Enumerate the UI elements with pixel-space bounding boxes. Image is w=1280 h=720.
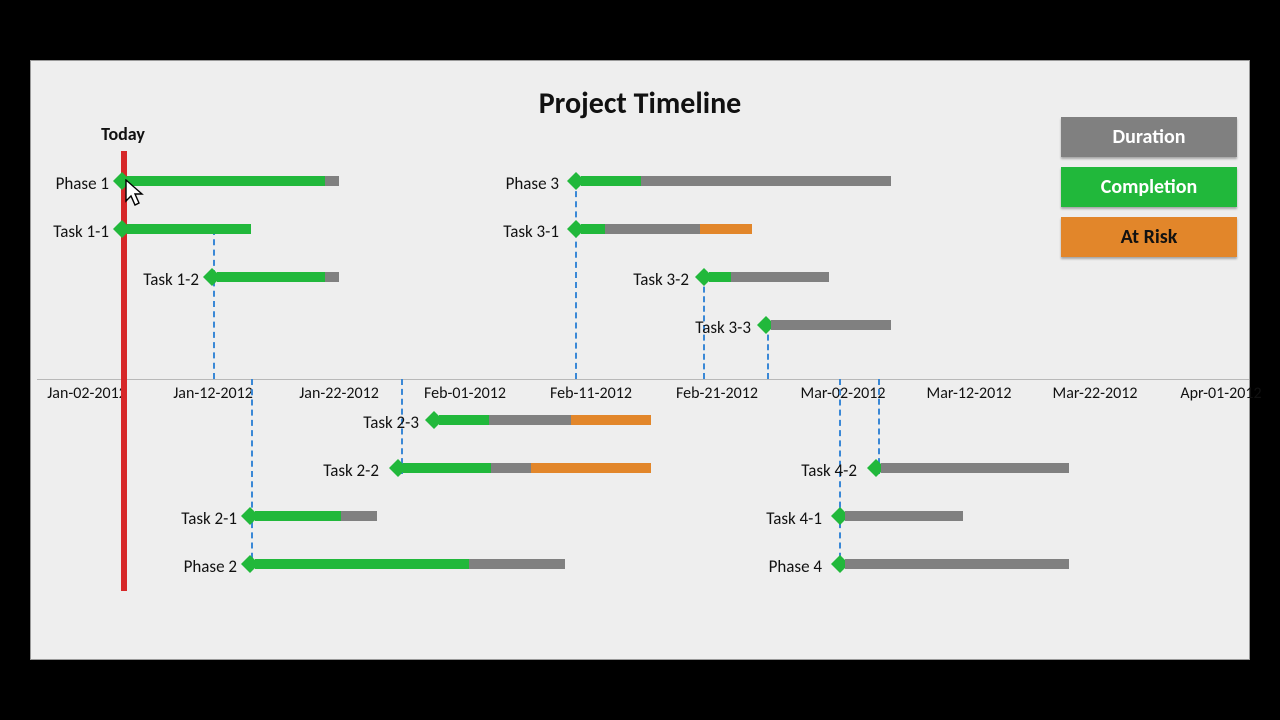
bar-task-2-2-orange — [531, 463, 651, 473]
bar-task-2-3-grey — [489, 415, 571, 425]
bar-task-2-3-green — [439, 415, 489, 425]
chart-canvas: Project Timeline Jan-02-2012 Jan-12-2012… — [30, 60, 1250, 660]
bar-task-2-1-green — [255, 511, 341, 521]
label-task-1-2: Task 1-2 — [143, 269, 199, 290]
bar-task-3-2-grey — [731, 272, 829, 282]
tick-4: Feb-11-2012 — [550, 384, 632, 403]
bar-task-2-2-grey — [491, 463, 531, 473]
dep-2 — [251, 379, 253, 569]
legend-completion[interactable]: Completion — [1061, 167, 1237, 207]
tick-6: Mar-02-2012 — [801, 384, 886, 403]
legend-duration[interactable]: Duration — [1061, 117, 1237, 157]
tick-5: Feb-21-2012 — [676, 384, 758, 403]
dep-1 — [213, 229, 215, 379]
bar-task-2-3-orange — [571, 415, 651, 425]
tick-2: Jan-22-2012 — [299, 384, 379, 403]
bar-task-1-2-grey — [325, 272, 339, 282]
label-task-1-1: Task 1-1 — [53, 221, 109, 242]
bar-task-3-3-grey — [771, 320, 891, 330]
bar-task-3-1-green — [581, 224, 605, 234]
tick-8: Mar-22-2012 — [1053, 384, 1138, 403]
label-phase-4: Phase 4 — [769, 556, 822, 577]
bar-phase-2-green — [255, 559, 469, 569]
label-task-3-3: Task 3-3 — [695, 317, 751, 338]
bar-task-4-2-grey — [881, 463, 1069, 473]
bar-phase-4-grey — [845, 559, 1069, 569]
label-phase-1: Phase 1 — [56, 173, 109, 194]
bar-task-3-1-orange — [700, 224, 752, 234]
label-task-4-2: Task 4-2 — [801, 460, 857, 481]
legend-at-risk[interactable]: At Risk — [1061, 217, 1237, 257]
bar-task-4-1-grey — [845, 511, 963, 521]
label-task-2-1: Task 2-1 — [181, 508, 237, 529]
tick-7: Mar-12-2012 — [927, 384, 1012, 403]
bar-phase-3-green — [581, 176, 641, 186]
bar-task-1-2-green — [217, 272, 325, 282]
dep-4 — [575, 181, 577, 379]
today-line — [121, 151, 127, 591]
tick-9: Apr-01-2012 — [1180, 384, 1261, 403]
bar-task-1-1-green — [127, 224, 251, 234]
today-label: Today — [101, 123, 145, 145]
label-phase-2: Phase 2 — [184, 556, 237, 577]
label-task-3-2: Task 3-2 — [633, 269, 689, 290]
bar-phase-2-grey — [469, 559, 565, 569]
tick-3: Feb-01-2012 — [424, 384, 506, 403]
bar-task-2-1-grey — [341, 511, 377, 521]
label-phase-3: Phase 3 — [506, 173, 559, 194]
tick-1: Jan-12-2012 — [173, 384, 253, 403]
bar-phase-1-grey — [325, 176, 339, 186]
label-task-3-1: Task 3-1 — [503, 221, 559, 242]
label-task-4-1: Task 4-1 — [766, 508, 822, 529]
label-task-2-3: Task 2-3 — [363, 412, 419, 433]
label-task-2-2: Task 2-2 — [323, 460, 379, 481]
tick-0: Jan-02-2012 — [47, 384, 127, 403]
bar-task-2-2-green — [403, 463, 491, 473]
x-axis — [37, 379, 1249, 380]
bar-task-3-2-green — [709, 272, 731, 282]
bar-phase-3-grey — [641, 176, 891, 186]
bar-phase-1-green — [127, 176, 325, 186]
bar-task-3-1-grey — [605, 224, 700, 234]
